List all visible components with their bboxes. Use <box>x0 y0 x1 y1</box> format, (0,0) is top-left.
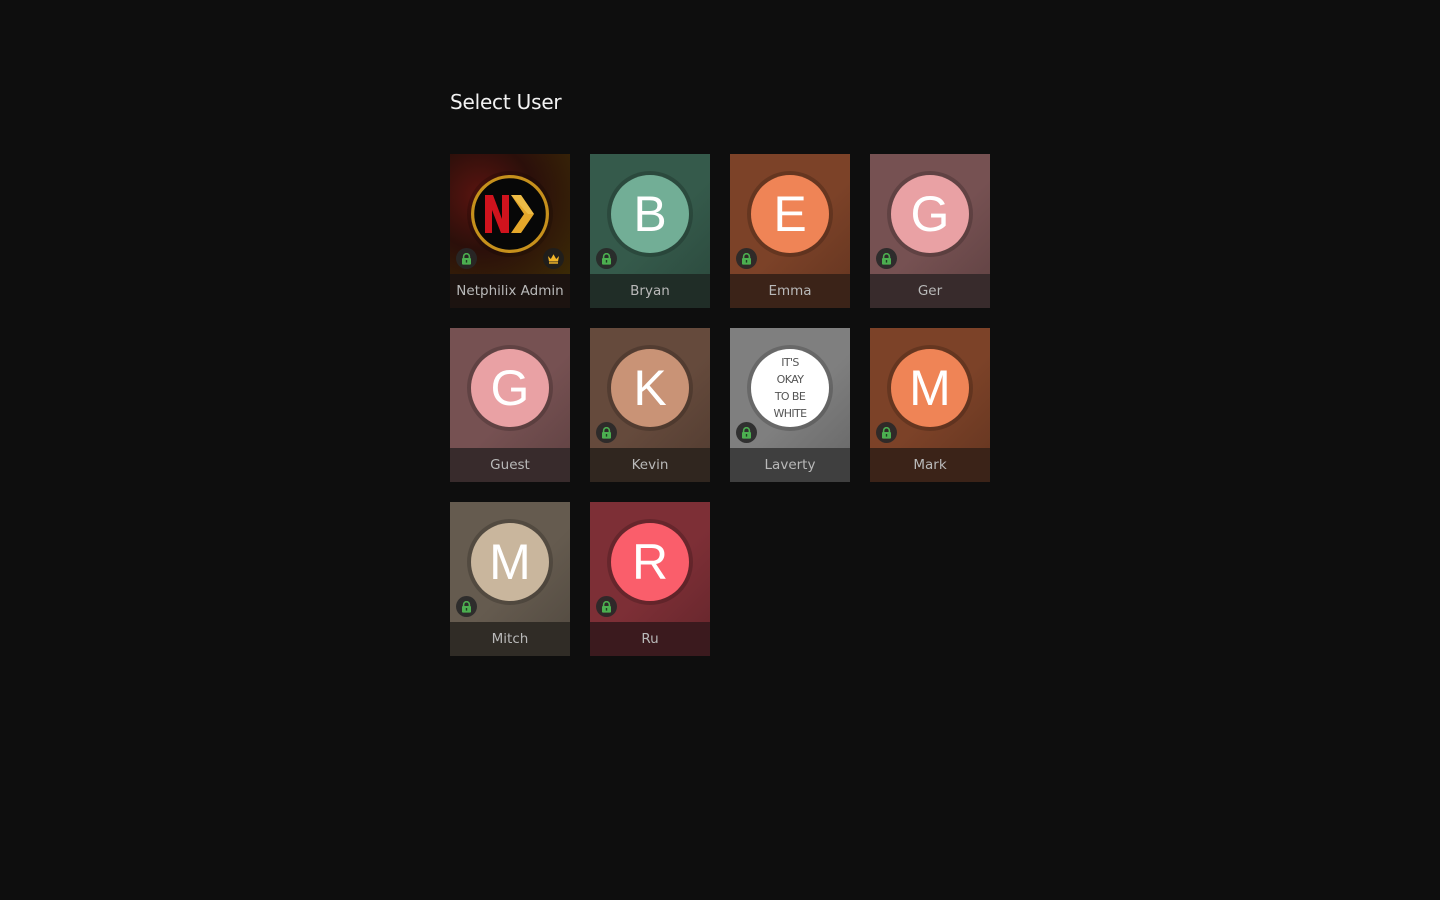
user-tile-kevin[interactable]: K Kevin <box>590 328 710 482</box>
crown-icon <box>543 248 564 269</box>
avatar-image: IT'S OKAY TO BE WHITE <box>751 349 829 427</box>
user-name-label: Emma <box>730 274 850 308</box>
user-tile-mitch[interactable]: M Mitch <box>450 502 570 656</box>
user-tile-bryan[interactable]: B Bryan <box>590 154 710 308</box>
lock-icon <box>876 248 897 269</box>
avatar-text-line: TO BE <box>774 390 806 403</box>
avatar-initial: G <box>471 349 549 427</box>
lock-icon <box>596 422 617 443</box>
user-tile-ger[interactable]: G Ger <box>870 154 990 308</box>
user-tile-netphilix-admin[interactable]: Netphilix Admin <box>450 154 570 308</box>
avatar-initial: B <box>611 175 689 253</box>
user-tile-guest[interactable]: G Guest <box>450 328 570 482</box>
avatar-initial: M <box>471 523 549 601</box>
lock-icon <box>876 422 897 443</box>
user-name-label: Ger <box>870 274 990 308</box>
avatar-text-line: WHITE <box>773 407 807 420</box>
avatar-text-line: OKAY <box>776 373 804 386</box>
avatar-initial: M <box>891 349 969 427</box>
avatar-text-line: IT'S <box>781 356 799 369</box>
user-grid: Netphilix Admin B Bryan E Emma G Ger G Guest K Kev… <box>450 154 990 656</box>
lock-icon <box>456 248 477 269</box>
user-name-label: Bryan <box>590 274 710 308</box>
user-name-label: Kevin <box>590 448 710 482</box>
lock-icon <box>736 248 757 269</box>
user-name-label: Ru <box>590 622 710 656</box>
avatar-initial: R <box>611 523 689 601</box>
lock-icon <box>596 596 617 617</box>
user-tile-ru[interactable]: R Ru <box>590 502 710 656</box>
lock-icon <box>736 422 757 443</box>
avatar-initial: E <box>751 175 829 253</box>
user-tile-mark[interactable]: M Mark <box>870 328 990 482</box>
lock-icon <box>456 596 477 617</box>
avatar-initial: K <box>611 349 689 427</box>
page-title: Select User <box>450 90 562 114</box>
user-tile-laverty[interactable]: IT'S OKAY TO BE WHITE Laverty <box>730 328 850 482</box>
user-name-label: Guest <box>450 448 570 482</box>
user-name-label: Mark <box>870 448 990 482</box>
netphilix-logo-icon <box>471 175 549 253</box>
user-name-label: Mitch <box>450 622 570 656</box>
lock-icon <box>596 248 617 269</box>
user-tile-emma[interactable]: E Emma <box>730 154 850 308</box>
user-name-label: Netphilix Admin <box>450 274 570 308</box>
user-name-label: Laverty <box>730 448 850 482</box>
avatar-initial: G <box>891 175 969 253</box>
